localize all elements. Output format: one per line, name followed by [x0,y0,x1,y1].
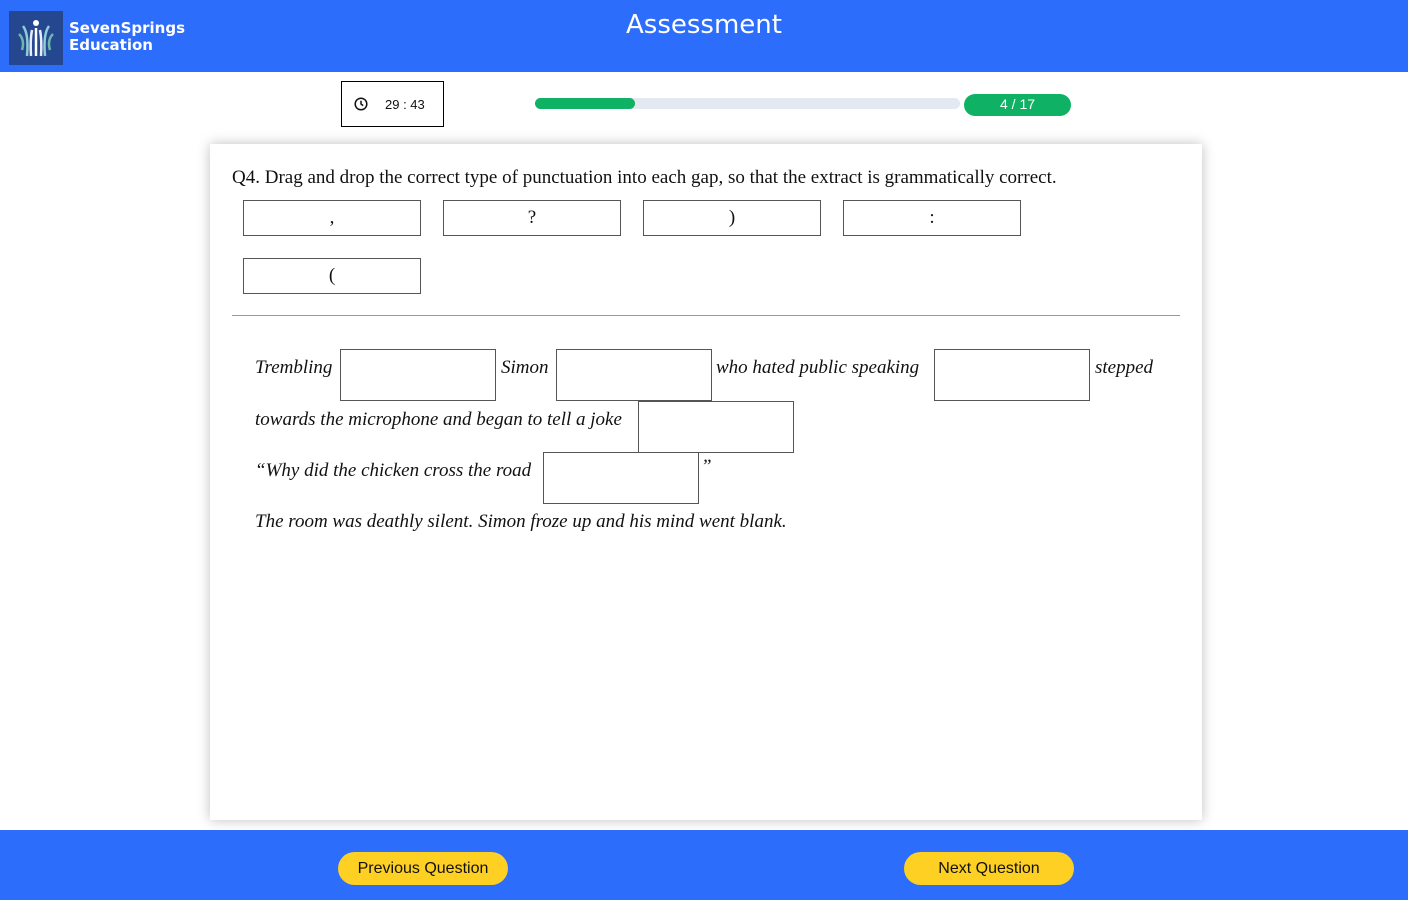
passage-text-simon: Simon [501,357,549,378]
page-title: Assessment [626,10,782,40]
question-card: Q4. Drag and drop the correct type of pu… [210,144,1202,820]
next-question-button[interactable]: Next Question [904,852,1074,885]
option-question-mark[interactable]: ? [443,200,621,236]
clock-icon [354,97,368,111]
option-open-bracket[interactable]: ( [243,258,421,294]
passage-text-towards: towards the microphone and began to tell… [255,409,622,430]
drop-gap-2[interactable] [556,349,712,401]
passage-text-trembling: Trembling [255,357,333,378]
question-prompt: Q4. Drag and drop the correct type of pu… [232,167,1057,188]
header-bar: SevenSprings Education Assessment [0,0,1408,72]
progress-badge: 4 / 17 [964,94,1071,116]
divider [232,315,1180,316]
option-close-bracket[interactable]: ) [643,200,821,236]
drop-gap-5[interactable] [543,452,699,504]
passage-close-quote: ” [701,456,712,477]
timer-box: 29 : 43 [341,81,444,127]
passage-text-stepped: stepped [1095,357,1154,378]
drop-gap-1[interactable] [340,349,496,401]
progress-bar [535,98,960,109]
footer-bar: Previous Question Next Question [0,830,1408,900]
progress-fill [535,98,635,109]
passage-text-chicken: “Why did the chicken cross the road [255,460,532,481]
option-comma[interactable]: , [243,200,421,236]
drop-gap-4[interactable] [638,401,794,453]
drop-gap-3[interactable] [934,349,1090,401]
option-colon[interactable]: : [843,200,1021,236]
previous-question-button[interactable]: Previous Question [338,852,508,885]
passage-text-who-hated: who hated public speaking [716,357,920,378]
timer-value: 29 : 43 [385,96,425,112]
passage-text-room: The room was deathly silent. Simon froze… [255,511,787,532]
